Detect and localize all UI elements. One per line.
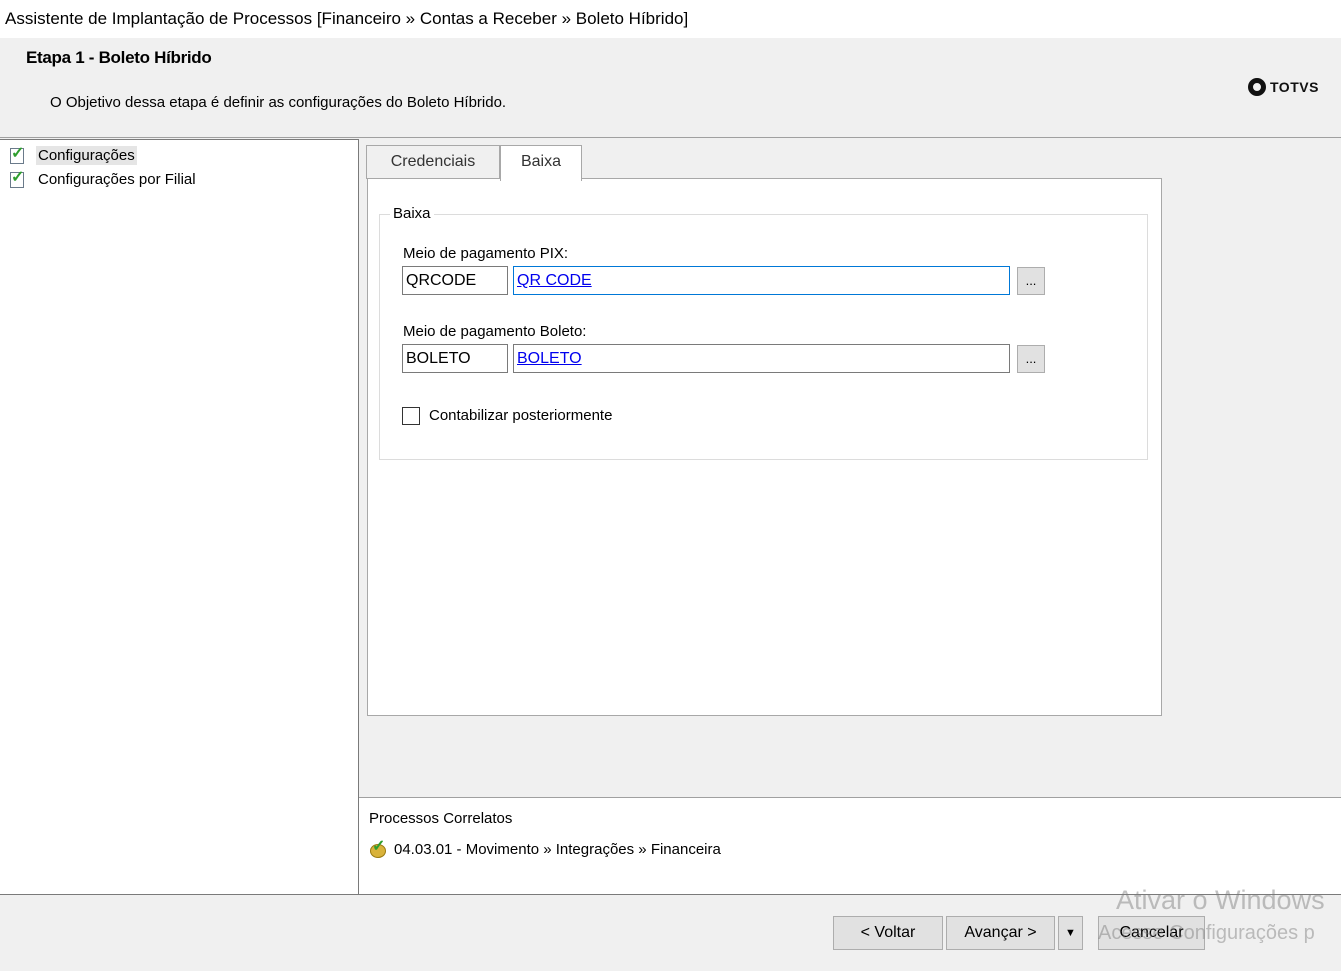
wizard-header: Etapa 1 - Boleto Híbrido O Objetivo dess… [0, 38, 1341, 138]
boleto-lookup-button[interactable]: ... [1017, 345, 1045, 373]
groupbox-title: Baixa [390, 205, 434, 222]
tree-item-configuracoes[interactable]: ✓ Configurações [8, 144, 137, 166]
windows-activation-watermark-sub: Acesse Configurações p [1098, 922, 1315, 944]
window-title: Assistente de Implantação de Processos [… [0, 0, 1341, 38]
baixa-groupbox: Baixa Meio de pagamento PIX: QRCODE QR C… [379, 205, 1148, 460]
correlatos-item-label: 04.03.01 - Movimento » Integrações » Fin… [394, 840, 721, 858]
totvs-logo-icon [1248, 78, 1266, 96]
correlatos-title: Processos Correlatos [369, 810, 513, 827]
boleto-description-link[interactable]: BOLETO [517, 350, 582, 367]
pix-description-link[interactable]: QR CODE [517, 272, 592, 289]
contabilizar-label[interactable]: Contabilizar posteriormente [429, 407, 612, 424]
pix-lookup-button[interactable]: ... [1017, 267, 1045, 295]
back-button[interactable]: < Voltar [833, 916, 943, 950]
correlatos-item[interactable]: ✓ 04.03.01 - Movimento » Integrações » F… [368, 838, 721, 860]
checklist-icon: ✓ [10, 169, 25, 188]
tab-baixa[interactable]: Baixa [500, 145, 582, 181]
pix-code-field[interactable]: QRCODE [402, 266, 508, 295]
next-button[interactable]: Avançar > [946, 916, 1055, 950]
totvs-logo: TOTVS [1248, 78, 1319, 96]
step-title: Etapa 1 - Boleto Híbrido [26, 48, 212, 67]
tree-item-label: Configurações por Filial [38, 170, 196, 188]
boleto-label: Meio de pagamento Boleto: [403, 323, 587, 340]
tree-item-configuracoes-por-filial[interactable]: ✓ Configurações por Filial [8, 168, 198, 190]
logo-text: TOTVS [1270, 79, 1319, 95]
pix-label: Meio de pagamento PIX: [403, 245, 569, 262]
tab-panel-baixa: Baixa Meio de pagamento PIX: QRCODE QR C… [367, 178, 1162, 716]
process-icon: ✓ [368, 838, 390, 860]
step-description: O Objetivo dessa etapa é definir as conf… [50, 94, 507, 111]
boleto-code-field[interactable]: BOLETO [402, 344, 508, 373]
next-dropdown-button[interactable]: ▼ [1058, 916, 1083, 950]
tree-item-label: Configurações [36, 145, 137, 165]
boleto-description-field[interactable]: BOLETO [513, 344, 1010, 373]
windows-activation-watermark: Ativar o Windows [1116, 885, 1325, 915]
tab-credenciais[interactable]: Credenciais [366, 145, 500, 179]
checklist-icon: ✓ [10, 145, 25, 164]
processos-correlatos-panel: Processos Correlatos ✓ 04.03.01 - Movime… [359, 797, 1341, 895]
pix-description-field[interactable]: QR CODE [513, 266, 1010, 295]
steps-tree: ✓ Configurações ✓ Configurações por Fili… [0, 139, 359, 895]
contabilizar-checkbox[interactable] [402, 407, 420, 425]
